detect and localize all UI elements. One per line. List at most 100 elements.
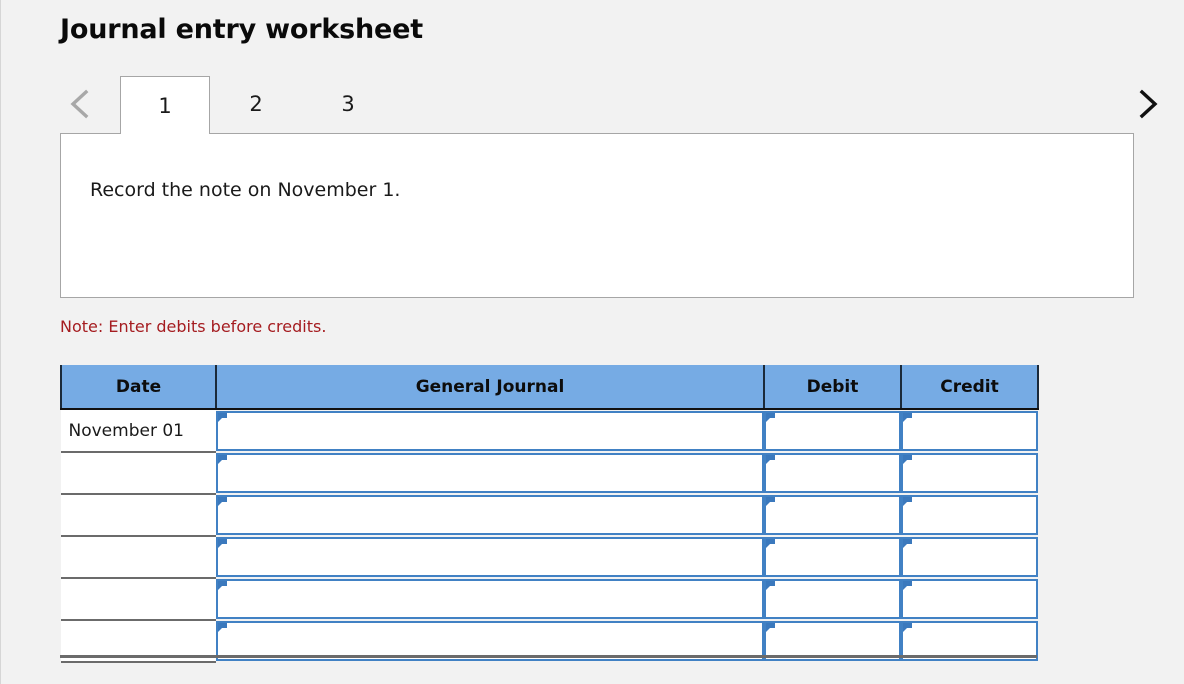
worksheet-page: Journal entry worksheet 1 2 3 Record the… bbox=[0, 0, 1184, 684]
table-row bbox=[60, 494, 1038, 537]
chevron-right-icon bbox=[1139, 89, 1158, 119]
row-4-debit-triangle-icon bbox=[766, 539, 775, 548]
prompt-text: Record the note on November 1. bbox=[90, 179, 401, 201]
row-4-date bbox=[60, 536, 216, 579]
tab-page-1-label: 1 bbox=[158, 93, 172, 118]
row-2-account-field[interactable] bbox=[216, 453, 764, 493]
row-3-debit-cell bbox=[764, 494, 901, 536]
debits-before-credits-note: Note: Enter debits before credits. bbox=[60, 317, 327, 336]
row-3-account-field[interactable] bbox=[216, 495, 764, 535]
row-2-credit-triangle-icon bbox=[903, 455, 912, 464]
row-4-debit-field[interactable] bbox=[764, 537, 901, 577]
tab-page-2[interactable]: 2 bbox=[210, 76, 302, 132]
row-5-account-field[interactable] bbox=[216, 579, 764, 619]
row-3-date bbox=[60, 494, 216, 537]
row-2-date bbox=[60, 452, 216, 495]
row-3-credit-triangle-icon bbox=[903, 497, 912, 506]
tab-page-3-label: 3 bbox=[341, 92, 355, 116]
row-5-debit-input[interactable] bbox=[776, 581, 897, 617]
row-4-credit-triangle-icon bbox=[903, 539, 912, 548]
row-2-general-journal-cell bbox=[216, 452, 764, 494]
row-5-debit-field[interactable] bbox=[764, 579, 901, 619]
chevron-left-icon bbox=[70, 89, 89, 119]
row-1-credit-cell bbox=[901, 409, 1038, 452]
table-row: November 01 bbox=[60, 409, 1038, 453]
row-2-debit-input[interactable] bbox=[776, 455, 897, 491]
row-4-credit-cell bbox=[901, 536, 1038, 578]
row-2-debit-triangle-icon bbox=[766, 455, 775, 464]
row-4-credit-input[interactable] bbox=[913, 539, 1034, 575]
row-1-account-triangle-icon bbox=[218, 413, 227, 422]
row-5-credit-field[interactable] bbox=[901, 579, 1038, 619]
row-3-credit-field[interactable] bbox=[901, 495, 1038, 535]
row-3-account-triangle-icon bbox=[218, 497, 227, 506]
row-1-general-journal-cell bbox=[216, 409, 764, 452]
row-5-date bbox=[60, 578, 216, 621]
row-1-credit-field[interactable] bbox=[901, 411, 1038, 451]
tabstrip: 1 2 3 bbox=[60, 76, 1168, 134]
row-3-credit-cell bbox=[901, 494, 1038, 536]
row-2-account-input[interactable] bbox=[228, 455, 760, 491]
row-5-account-triangle-icon bbox=[218, 581, 227, 590]
journal-body: November 01 bbox=[60, 409, 1038, 663]
row-3-general-journal-cell bbox=[216, 494, 764, 536]
row-6-account-input[interactable] bbox=[228, 623, 760, 659]
row-6-debit-triangle-icon bbox=[766, 623, 775, 632]
row-2-credit-cell bbox=[901, 452, 1038, 494]
row-2-debit-cell bbox=[764, 452, 901, 494]
row-5-credit-triangle-icon bbox=[903, 581, 912, 590]
row-2-account-triangle-icon bbox=[218, 455, 227, 464]
page-title: Journal entry worksheet bbox=[60, 14, 423, 45]
row-3-account-input[interactable] bbox=[228, 497, 760, 533]
row-5-credit-input[interactable] bbox=[913, 581, 1034, 617]
row-6-debit-input[interactable] bbox=[776, 623, 897, 659]
row-1-debit-triangle-icon bbox=[766, 413, 775, 422]
table-bottom-divider bbox=[60, 655, 1037, 658]
journal-header-row: Date General Journal Debit Credit bbox=[60, 365, 1039, 410]
column-header-debit: Debit bbox=[764, 365, 902, 410]
row-5-general-journal-cell bbox=[216, 578, 764, 620]
row-4-account-triangle-icon bbox=[218, 539, 227, 548]
row-1-account-field[interactable] bbox=[216, 411, 764, 451]
prompt-panel: Record the note on November 1. bbox=[60, 133, 1134, 298]
row-3-debit-field[interactable] bbox=[764, 495, 901, 535]
row-2-credit-field[interactable] bbox=[901, 453, 1038, 493]
journal-entry-table: Date General Journal Debit Credit Novemb… bbox=[60, 365, 1039, 663]
table-row bbox=[60, 536, 1038, 579]
row-4-account-input[interactable] bbox=[228, 539, 760, 575]
row-1-debit-field[interactable] bbox=[764, 411, 901, 451]
worksheet-content: Journal entry worksheet 1 2 3 Record the… bbox=[27, 0, 1184, 684]
row-1-credit-input[interactable] bbox=[913, 413, 1034, 449]
row-1-debit-input[interactable] bbox=[776, 413, 897, 449]
column-header-credit: Credit bbox=[901, 365, 1039, 410]
tab-page-2-label: 2 bbox=[249, 92, 263, 116]
row-5-credit-cell bbox=[901, 578, 1038, 620]
row-3-debit-triangle-icon bbox=[766, 497, 775, 506]
row-3-credit-input[interactable] bbox=[913, 497, 1034, 533]
row-3-debit-input[interactable] bbox=[776, 497, 897, 533]
row-4-general-journal-cell bbox=[216, 536, 764, 578]
row-5-account-input[interactable] bbox=[228, 581, 760, 617]
tab-page-3[interactable]: 3 bbox=[302, 76, 394, 132]
row-4-credit-field[interactable] bbox=[901, 537, 1038, 577]
row-6-credit-input[interactable] bbox=[913, 623, 1034, 659]
row-1-debit-cell bbox=[764, 409, 901, 452]
table-row bbox=[60, 578, 1038, 621]
row-6-account-triangle-icon bbox=[218, 623, 227, 632]
row-2-credit-input[interactable] bbox=[913, 455, 1034, 491]
row-6-credit-triangle-icon bbox=[903, 623, 912, 632]
prev-page-arrow[interactable] bbox=[60, 76, 100, 132]
tab-page-1[interactable]: 1 bbox=[120, 76, 210, 134]
table-row bbox=[60, 452, 1038, 495]
row-1-account-input[interactable] bbox=[228, 413, 760, 449]
row-4-debit-cell bbox=[764, 536, 901, 578]
next-page-arrow[interactable] bbox=[1128, 76, 1168, 132]
row-2-debit-field[interactable] bbox=[764, 453, 901, 493]
column-header-general-journal: General Journal bbox=[216, 365, 765, 410]
row-4-debit-input[interactable] bbox=[776, 539, 897, 575]
row-1-credit-triangle-icon bbox=[903, 413, 912, 422]
row-1-date: November 01 bbox=[60, 409, 216, 453]
column-header-date: Date bbox=[60, 365, 217, 410]
row-5-debit-cell bbox=[764, 578, 901, 620]
row-4-account-field[interactable] bbox=[216, 537, 764, 577]
